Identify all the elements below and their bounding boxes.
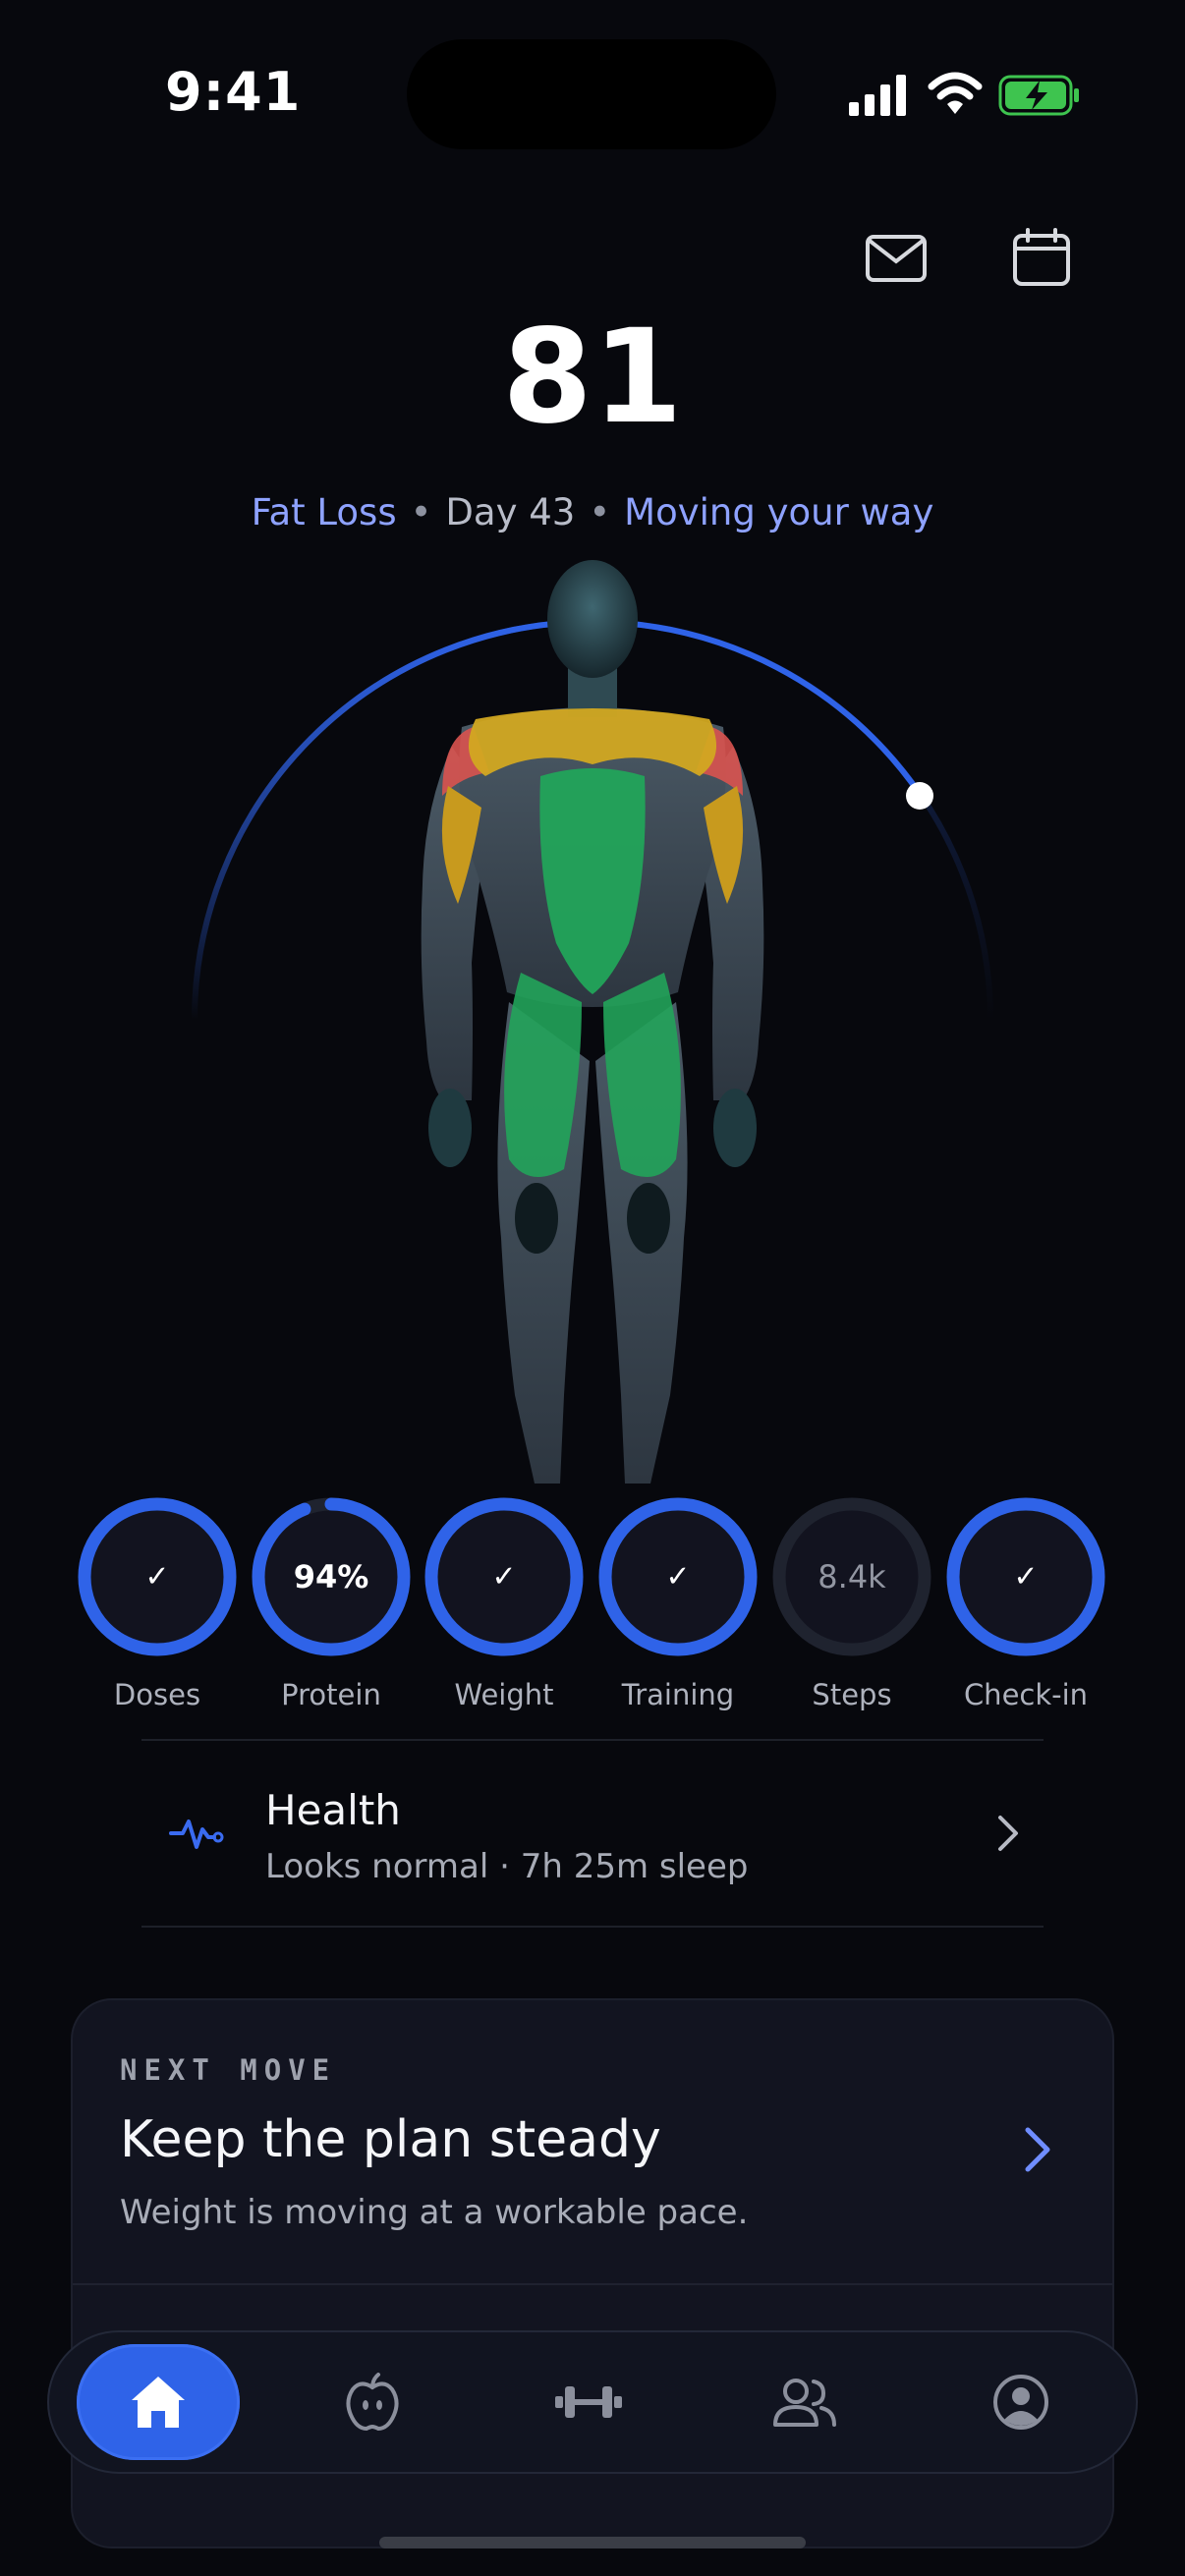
mail-icon[interactable]: [865, 232, 928, 285]
progress-ring: ✓: [78, 1497, 237, 1656]
ring-label: Doses: [113, 1678, 201, 1711]
nutrition-icon: [346, 2373, 399, 2432]
profile-icon: [993, 2375, 1048, 2430]
status-label: Moving your way: [624, 491, 934, 533]
health-subtitle: Looks normal · 7h 25m sleep: [265, 1847, 749, 1886]
ring-protein[interactable]: 94% Protein: [248, 1493, 415, 1711]
score-subtitle: Fat Loss • Day 43 • Moving your way: [0, 491, 1185, 533]
anatomy-model: [421, 560, 764, 1484]
tab-training[interactable]: [507, 2344, 670, 2460]
tab-nutrition[interactable]: [291, 2344, 454, 2460]
ring-weight[interactable]: ✓ Weight: [421, 1493, 588, 1711]
ring-training[interactable]: ✓ Training: [594, 1493, 762, 1711]
card-divider: [73, 2283, 1112, 2285]
tab-home[interactable]: [77, 2344, 240, 2460]
goal-label[interactable]: Fat Loss: [252, 491, 397, 533]
divider: [141, 1739, 1044, 1741]
score-arc-knob: [906, 782, 933, 810]
calendar-icon[interactable]: [1012, 228, 1071, 287]
tab-bar: [47, 2330, 1138, 2474]
heartbeat-icon: [169, 1820, 224, 1849]
tab-community[interactable]: [723, 2344, 886, 2460]
ring-doses[interactable]: ✓ Doses: [74, 1493, 241, 1711]
card-title: Keep the plan steady: [120, 2110, 661, 2169]
ring-value: ✓: [1013, 1560, 1038, 1595]
card-kicker: NEXT MOVE: [120, 2053, 337, 2087]
ring-steps[interactable]: 8.4k Steps: [768, 1493, 935, 1711]
progress-ring: ✓: [424, 1497, 584, 1656]
card-description: Weight is moving at a workable pace.: [120, 2193, 749, 2232]
wifi-icon: [928, 72, 983, 114]
separator-dot: •: [410, 491, 432, 533]
ring-value: ✓: [144, 1560, 169, 1595]
community-icon: [773, 2379, 836, 2427]
ring-value: ✓: [491, 1560, 516, 1595]
ring-label: Protein: [281, 1678, 381, 1711]
chevron-right-icon[interactable]: [990, 1814, 1026, 1853]
progress-ring: ✓: [946, 1497, 1105, 1656]
battery-charging-icon: [998, 75, 1079, 116]
progress-ring: 94%: [252, 1497, 411, 1656]
health-title[interactable]: Health: [265, 1786, 401, 1834]
ring-label: Training: [621, 1678, 735, 1711]
dynamic-island: [407, 39, 776, 149]
cellular-signal-icon: [849, 75, 906, 116]
status-time: 9:41: [165, 61, 302, 123]
ring-value: 94%: [294, 1558, 369, 1596]
tab-profile[interactable]: [939, 2344, 1102, 2460]
ring-label: Steps: [812, 1678, 892, 1711]
ring-label: Check-in: [963, 1678, 1089, 1711]
ring-label: Weight: [454, 1678, 554, 1711]
separator-dot: •: [589, 491, 611, 533]
progress-ring: ✓: [598, 1497, 758, 1656]
body-figure: [192, 560, 993, 1484]
home-indicator: [379, 2537, 806, 2548]
chevron-right-icon[interactable]: [1018, 2124, 1057, 2175]
ring-check-in[interactable]: ✓ Check-in: [942, 1493, 1109, 1711]
score-value: 81: [502, 302, 683, 453]
ring-value: 8.4k: [818, 1558, 886, 1596]
progress-ring: 8.4k: [772, 1497, 931, 1656]
divider: [141, 1926, 1044, 1928]
home-icon: [132, 2377, 185, 2428]
ring-value: ✓: [665, 1560, 690, 1595]
day-label: Day 43: [445, 491, 576, 533]
dumbbell-icon: [555, 2386, 622, 2418]
